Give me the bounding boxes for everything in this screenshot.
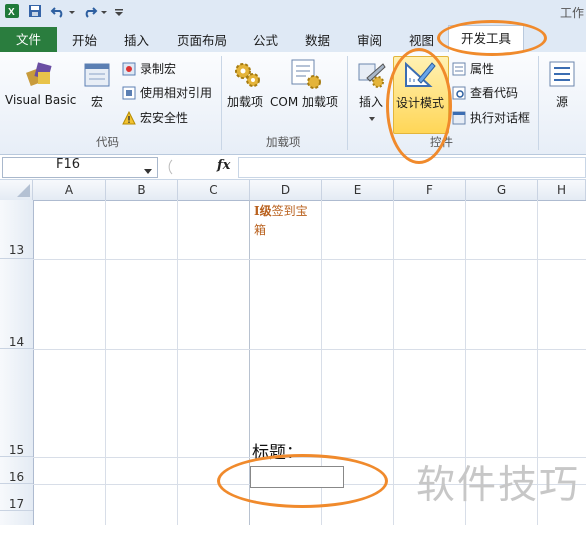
column-header-c[interactable]: C bbox=[178, 180, 250, 200]
annotation-ellipse-developer-tab bbox=[437, 20, 547, 56]
addins-button[interactable]: 加载项 bbox=[227, 93, 263, 110]
tab-insert[interactable]: 插入 bbox=[124, 30, 149, 49]
column-header-g[interactable]: G bbox=[466, 180, 538, 200]
excel-app-icon[interactable]: X bbox=[4, 3, 20, 19]
gridline bbox=[105, 200, 106, 525]
com-addins-icon bbox=[290, 58, 322, 93]
column-header-h[interactable]: H bbox=[538, 180, 586, 200]
run-dialog-icon bbox=[452, 111, 466, 125]
formula-bar: F16 fx bbox=[0, 155, 586, 180]
row-header-16[interactable]: 16 bbox=[0, 457, 33, 484]
gridline bbox=[177, 200, 178, 525]
addins-gear-icon bbox=[232, 60, 262, 93]
ribbon-developer: Visual Basic 宏 录制宏 使用相对引用 宏安全性 代码 加载项 CO… bbox=[0, 52, 586, 155]
gridline bbox=[33, 349, 586, 350]
tab-page-layout[interactable]: 页面布局 bbox=[177, 30, 227, 49]
watermark-text: 软件技巧 bbox=[416, 463, 581, 508]
insert-function-button[interactable]: fx bbox=[217, 158, 230, 173]
view-code-icon bbox=[452, 86, 466, 100]
run-dialog-button[interactable]: 执行对话框 bbox=[452, 109, 530, 126]
tab-review[interactable]: 审阅 bbox=[357, 30, 382, 49]
row-header-15[interactable]: 15 bbox=[0, 349, 33, 457]
row-header-13[interactable]: 13 bbox=[0, 200, 33, 259]
relative-reference-label: 使用相对引用 bbox=[140, 86, 213, 100]
svg-text:X: X bbox=[8, 7, 15, 18]
view-code-button[interactable]: 查看代码 bbox=[452, 84, 518, 101]
com-addins-button[interactable]: COM 加载项 bbox=[270, 93, 338, 110]
group-label-addins: 加载项 bbox=[266, 135, 301, 149]
xml-source-icon bbox=[548, 60, 576, 91]
run-dialog-label: 执行对话框 bbox=[470, 111, 531, 125]
customize-toolbar-icon[interactable] bbox=[114, 3, 124, 19]
cell-d13-prefix: I级 bbox=[254, 204, 272, 218]
insert-controls-icon bbox=[357, 60, 387, 93]
row-header-17[interactable]: 17 bbox=[0, 484, 33, 511]
warning-icon bbox=[122, 110, 136, 125]
save-icon[interactable] bbox=[27, 3, 43, 19]
group-separator bbox=[347, 56, 348, 150]
undo-dropdown-icon[interactable] bbox=[68, 3, 76, 19]
column-header-a[interactable]: A bbox=[33, 180, 106, 200]
tab-file[interactable]: 文件 bbox=[0, 27, 57, 52]
insert-dropdown-icon[interactable] bbox=[368, 112, 376, 126]
xml-source-button[interactable]: 源 bbox=[556, 93, 568, 110]
gridline bbox=[33, 259, 586, 260]
tab-home[interactable]: 开始 bbox=[72, 30, 97, 49]
row-header-14[interactable]: 14 bbox=[0, 259, 33, 349]
group-label-code: 代码 bbox=[96, 135, 119, 149]
row-headers: 13 14 15 16 17 bbox=[0, 200, 34, 525]
formula-bar-handle-icon[interactable] bbox=[160, 159, 174, 178]
annotation-ellipse-textbox bbox=[217, 454, 388, 508]
tab-data[interactable]: 数据 bbox=[305, 30, 330, 49]
name-box-value: F16 bbox=[56, 157, 81, 172]
redo-dropdown-icon[interactable] bbox=[100, 3, 108, 19]
macros-icon bbox=[83, 62, 111, 93]
column-header-b[interactable]: B bbox=[106, 180, 178, 200]
record-macro-label: 录制宏 bbox=[140, 62, 177, 76]
visual-basic-icon bbox=[24, 58, 56, 93]
select-all-corner[interactable] bbox=[0, 180, 33, 200]
group-separator bbox=[538, 56, 539, 150]
cell-d13-text[interactable]: I级签到宝箱 bbox=[254, 202, 318, 240]
insert-controls-button[interactable]: 插入 bbox=[359, 93, 383, 110]
column-header-d[interactable]: D bbox=[250, 180, 322, 200]
relative-reference-icon bbox=[122, 86, 136, 100]
record-macro-icon bbox=[122, 62, 136, 76]
annotation-ellipse-design-mode bbox=[386, 48, 452, 164]
record-macro-button[interactable]: 录制宏 bbox=[122, 60, 176, 77]
properties-button[interactable]: 属性 bbox=[452, 60, 494, 77]
name-box-dropdown-icon[interactable] bbox=[144, 164, 152, 178]
window-title: 工作 bbox=[559, 6, 584, 20]
macro-security-label: 宏安全性 bbox=[140, 111, 189, 125]
group-separator bbox=[221, 56, 222, 150]
properties-label: 属性 bbox=[470, 62, 495, 76]
redo-icon[interactable] bbox=[82, 3, 98, 19]
macros-button[interactable]: 宏 bbox=[91, 93, 103, 110]
column-headers: A B C D E F G H bbox=[0, 180, 586, 201]
tab-formulas[interactable]: 公式 bbox=[253, 30, 278, 49]
column-header-e[interactable]: E bbox=[322, 180, 394, 200]
view-code-label: 查看代码 bbox=[470, 86, 519, 100]
macro-security-button[interactable]: 宏安全性 bbox=[122, 109, 188, 126]
properties-icon bbox=[452, 62, 466, 76]
visual-basic-button[interactable]: Visual Basic bbox=[5, 93, 76, 107]
undo-icon[interactable] bbox=[50, 3, 66, 19]
gridline bbox=[393, 200, 394, 525]
tab-view[interactable]: 视图 bbox=[409, 30, 434, 49]
column-header-f[interactable]: F bbox=[394, 180, 466, 200]
relative-reference-button[interactable]: 使用相对引用 bbox=[122, 84, 212, 101]
